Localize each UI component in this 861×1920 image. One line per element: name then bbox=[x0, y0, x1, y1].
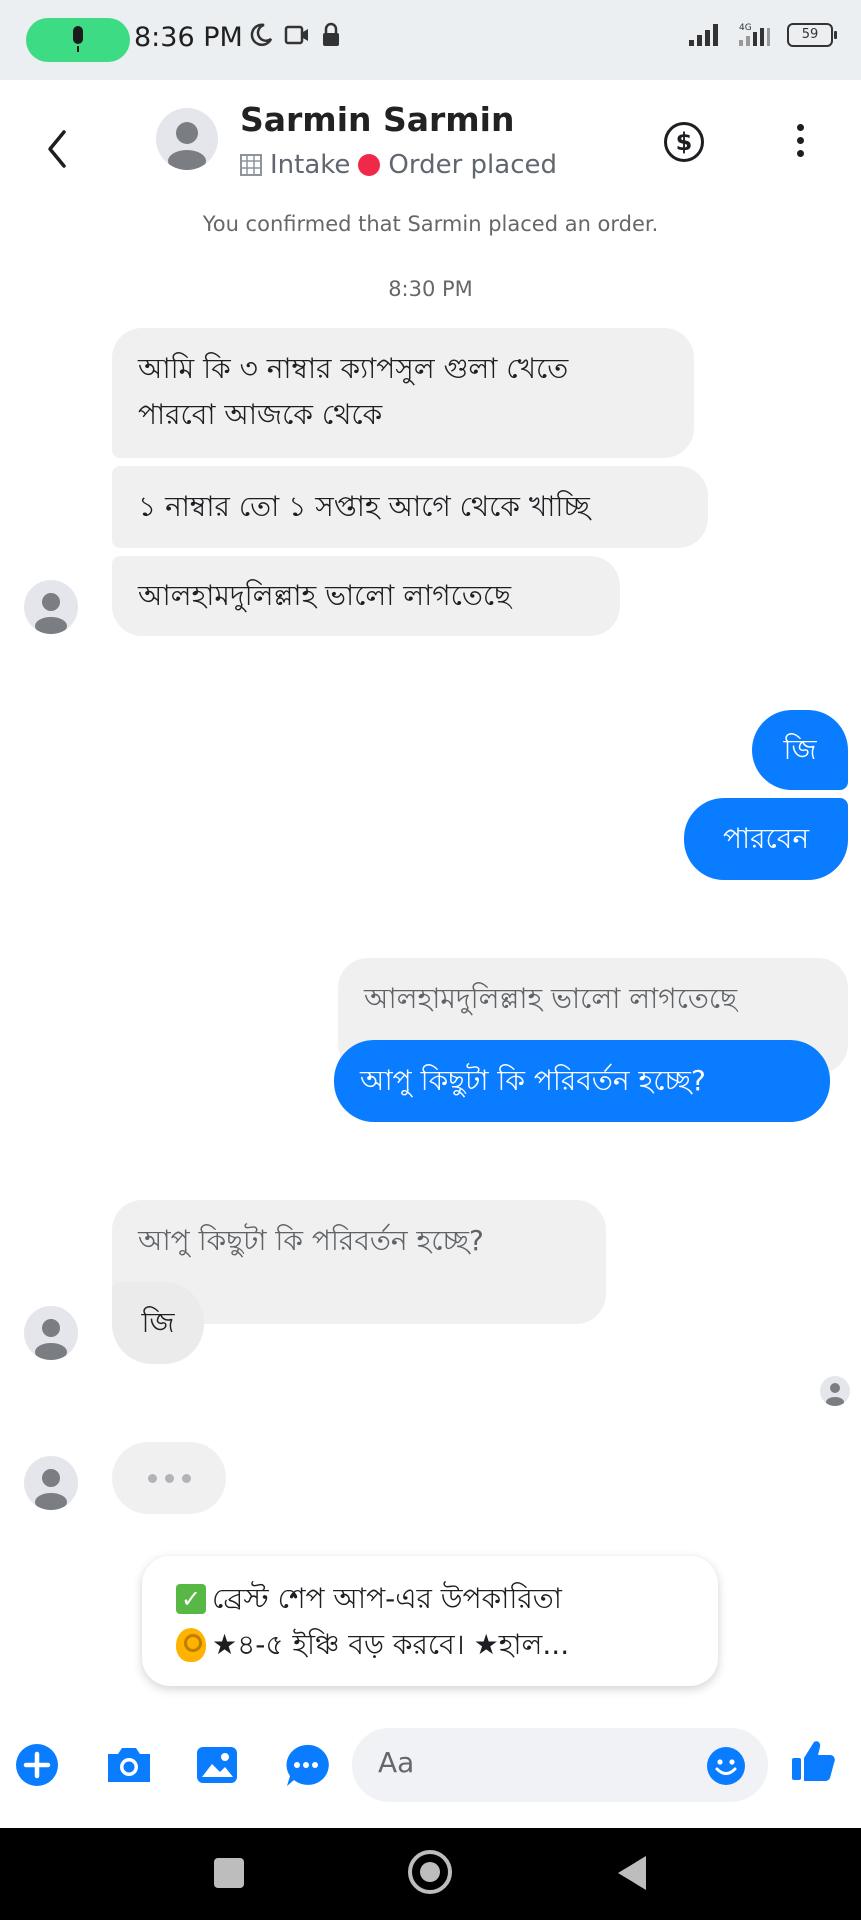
chat-bubble-icon[interactable] bbox=[282, 1742, 330, 1790]
incoming-message[interactable]: আলহামদুলিল্লাহ ভালো লাগতেছে bbox=[112, 556, 620, 636]
svg-text:4G: 4G bbox=[739, 23, 752, 33]
moon-icon bbox=[250, 23, 273, 46]
home-button[interactable] bbox=[408, 1850, 452, 1894]
message-text: আলহামদুলিল্লাহ ভালো লাগতেছে bbox=[364, 982, 738, 1015]
lock-icon bbox=[323, 22, 339, 46]
chat-header: Sarmin Sarmin Intake Order placed $ You … bbox=[0, 80, 861, 240]
message-text: আমি কি ৩ নাম্বার ক্যাপসুল গুলা খেতে bbox=[138, 352, 569, 385]
typing-dot bbox=[164, 1473, 174, 1483]
payment-dollar-icon[interactable]: $ bbox=[664, 122, 704, 162]
plus-icon[interactable] bbox=[14, 1742, 60, 1788]
incoming-message[interactable]: জি bbox=[112, 1282, 204, 1364]
message-timestamp: 8:30 PM bbox=[388, 277, 473, 301]
incoming-message[interactable]: আমি কি ৩ নাম্বার ক্যাপসুল গুলা খেতে পারব… bbox=[112, 328, 694, 458]
message-text: পারবেন bbox=[722, 822, 810, 855]
grid-pattern-icon bbox=[240, 154, 262, 176]
typing-dot bbox=[181, 1473, 191, 1483]
order-status-label: Order placed bbox=[388, 150, 558, 180]
saved-reply-suggestion[interactable]: ✓ ব্রেস্ট শেপ আপ-এর উপকারিতা ★৪-৫ ইঞ্চি … bbox=[142, 1556, 718, 1686]
nav-back-button[interactable] bbox=[618, 1856, 646, 1890]
person-icon bbox=[168, 122, 206, 170]
outgoing-message[interactable]: আপু কিছুটা কি পরিবর্তন হচ্ছে? bbox=[334, 1040, 830, 1122]
outgoing-message[interactable]: পারবেন bbox=[684, 798, 848, 880]
message-text: আপু কিছুটা কি পরিবর্তন হচ্ছে? bbox=[138, 1224, 484, 1257]
status-time: 8:36 PM bbox=[134, 22, 243, 53]
sender-avatar[interactable] bbox=[24, 580, 78, 634]
person-icon bbox=[826, 1383, 844, 1406]
person-icon bbox=[35, 1469, 67, 1510]
message-composer bbox=[0, 1710, 861, 1820]
message-text: আপু কিছুটা কি পরিবর্তন হচ্ছে? bbox=[360, 1064, 706, 1097]
message-text: পারবো আজকে থেকে bbox=[138, 398, 383, 431]
sender-avatar[interactable] bbox=[24, 1306, 78, 1360]
seen-receipt-avatar bbox=[820, 1376, 850, 1406]
contact-labels: Intake Order placed bbox=[240, 150, 557, 180]
message-text: জি bbox=[783, 733, 817, 766]
order-status-dot bbox=[358, 154, 381, 176]
suggestion-body: ★৪-৫ ইঞ্চি বড় করবে। ★হাল... bbox=[212, 1628, 570, 1661]
signal-icon bbox=[689, 24, 718, 46]
message-text: ১ নাম্বার তো ১ সপ্তাহ আগে থেকে খাচ্ছি bbox=[138, 490, 590, 523]
contact-name[interactable]: Sarmin Sarmin bbox=[240, 100, 515, 139]
message-text: জি bbox=[141, 1306, 175, 1339]
more-options-icon[interactable] bbox=[790, 120, 810, 164]
stage-label: Intake bbox=[270, 150, 351, 180]
outgoing-message[interactable]: জি bbox=[752, 710, 848, 790]
message-input-container bbox=[352, 1728, 768, 1802]
ok-hand-icon bbox=[176, 1628, 206, 1662]
status-bar: 8:36 PM 4G 59 bbox=[0, 0, 861, 80]
typing-dot bbox=[147, 1473, 157, 1483]
message-text: আলহামদুলিল্লাহ ভালো লাগতেছে bbox=[138, 579, 512, 612]
message-input[interactable] bbox=[378, 1746, 678, 1779]
gallery-icon[interactable] bbox=[194, 1742, 240, 1788]
person-icon bbox=[35, 1319, 67, 1360]
incoming-message[interactable]: ১ নাম্বার তো ১ সপ্তাহ আগে থেকে খাচ্ছি bbox=[112, 466, 708, 548]
mic-active-indicator bbox=[26, 18, 130, 62]
contact-avatar[interactable] bbox=[156, 108, 218, 170]
signal-4g-icon: 4G bbox=[739, 23, 770, 46]
recents-button[interactable] bbox=[214, 1858, 244, 1888]
camera-icon[interactable] bbox=[104, 1742, 154, 1788]
thumbs-up-icon[interactable] bbox=[788, 1736, 838, 1786]
order-confirmation-note: You confirmed that Sarmin placed an orde… bbox=[202, 212, 659, 236]
system-nav-bar bbox=[0, 1828, 861, 1920]
check-mark-icon: ✓ bbox=[176, 1584, 206, 1614]
person-icon bbox=[35, 593, 67, 634]
typing-indicator bbox=[112, 1442, 226, 1514]
suggestion-title: ব্রেস্ট শেপ আপ-এর উপকারিতা bbox=[212, 1582, 562, 1615]
mic-icon bbox=[73, 26, 83, 52]
emoji-icon[interactable] bbox=[706, 1746, 746, 1786]
back-arrow-icon[interactable] bbox=[42, 124, 72, 174]
screen-record-icon bbox=[284, 25, 308, 45]
sender-avatar[interactable] bbox=[24, 1456, 78, 1510]
battery-icon: 59 bbox=[787, 23, 837, 47]
